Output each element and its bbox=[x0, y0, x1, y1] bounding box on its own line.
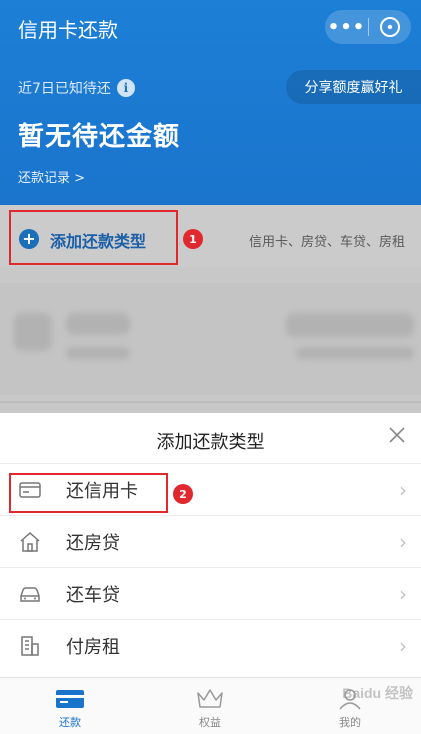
types-hint: 信用卡、房贷、车贷、房租 bbox=[248, 235, 405, 250]
share-button[interactable]: 分享额度赢好礼 bbox=[286, 70, 421, 104]
annotation-box-2 bbox=[9, 473, 168, 513]
sheet-item-car-loan[interactable]: 还车贷 › bbox=[0, 567, 421, 619]
house-icon bbox=[20, 531, 40, 552]
add-type-label: 添加还款类型 bbox=[50, 232, 147, 251]
sheet-item-rent[interactable]: 付房租 › bbox=[0, 619, 421, 671]
building-icon bbox=[21, 636, 39, 656]
page-title: 信用卡还款 bbox=[18, 18, 118, 42]
sheet-item-label: 还房贷 bbox=[66, 532, 120, 554]
card-icon bbox=[56, 690, 84, 708]
tab-benefits[interactable]: 权益 bbox=[140, 678, 280, 734]
blurred-logo bbox=[14, 313, 52, 351]
chevron-right-icon: › bbox=[399, 477, 407, 502]
plus-icon: + bbox=[19, 229, 39, 249]
divider bbox=[0, 401, 421, 403]
car-icon bbox=[20, 587, 40, 602]
sheet-item-label: 付房租 bbox=[66, 636, 120, 658]
crown-icon bbox=[197, 689, 223, 708]
repayment-history-link[interactable]: 还款记录 > bbox=[18, 167, 85, 186]
annotation-badge-1: 1 bbox=[183, 229, 203, 249]
due-label: 近7日已知待还 bbox=[18, 81, 111, 97]
header: 信用卡还款 ••• 近7日已知待还 i 分享额度赢好礼 暂无待还金额 还款记录 … bbox=[0, 0, 421, 205]
sheet-item-mortgage[interactable]: 还房贷 › bbox=[0, 515, 421, 567]
chevron-right-icon: › bbox=[399, 529, 407, 554]
blurred-text bbox=[66, 347, 130, 359]
watermark: Baidu 经验 bbox=[342, 685, 413, 701]
blurred-card bbox=[0, 283, 421, 395]
tab-label: 我的 bbox=[339, 716, 361, 729]
blurred-text bbox=[66, 313, 130, 335]
close-icon[interactable] bbox=[387, 425, 407, 445]
chevron-right-icon: › bbox=[399, 581, 407, 606]
blurred-text bbox=[286, 313, 414, 337]
due-row: 近7日已知待还 i bbox=[18, 78, 135, 98]
more-button[interactable]: ••• bbox=[325, 17, 368, 38]
amount-text: 暂无待还金额 bbox=[18, 122, 181, 152]
tab-label: 权益 bbox=[199, 716, 221, 729]
sheet-title: 添加还款类型 bbox=[156, 432, 265, 453]
annotation-badge-2: 2 bbox=[173, 484, 193, 504]
close-icon bbox=[380, 17, 400, 37]
dimmed-content: + 添加还款类型 1 信用卡、房贷、车贷、房租 bbox=[0, 205, 421, 413]
tab-label: 还款 bbox=[59, 716, 81, 729]
chevron-right-icon: › bbox=[399, 633, 407, 658]
blurred-text bbox=[296, 347, 414, 359]
bottom-sheet: 添加还款类型 还信用卡 › 还房贷 › 还车贷 › 付房租 › bbox=[0, 413, 421, 677]
add-type-row[interactable]: + 添加还款类型 1 信用卡、房贷、车贷、房租 bbox=[0, 205, 421, 267]
tab-repayment[interactable]: 还款 bbox=[0, 678, 140, 734]
info-icon[interactable]: i bbox=[116, 79, 135, 97]
mini-program-capsule: ••• bbox=[325, 10, 411, 44]
close-button[interactable] bbox=[369, 17, 411, 37]
sheet-item-label: 还车贷 bbox=[66, 584, 120, 606]
